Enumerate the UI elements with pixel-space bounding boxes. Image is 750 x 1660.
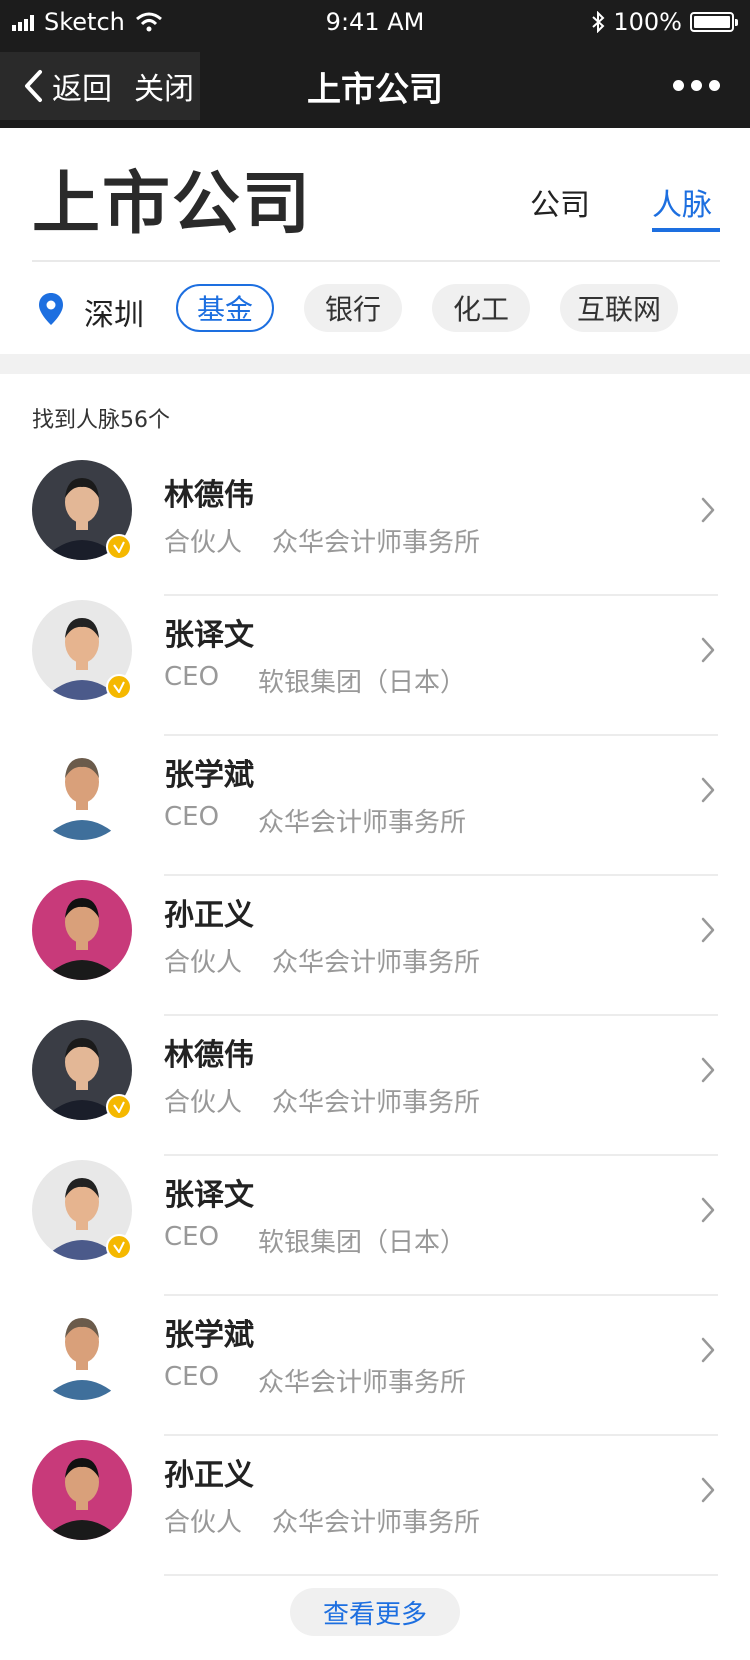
person-name: 张学斌 (164, 758, 254, 793)
chevron-right-icon (701, 1197, 715, 1223)
load-more-button[interactable]: 查看更多 (290, 1588, 460, 1636)
chevron-right-icon (701, 777, 715, 803)
filter-chip-chemical[interactable]: 化工 (432, 284, 530, 332)
page-title: 上市公司 (32, 165, 313, 244)
battery-icon (690, 12, 738, 32)
people-list: 林德伟 合伙人 众华会计师事务所 张译文 CEO 软银集团（日本） 张学斌 CEO 众华会计师事… (0, 456, 750, 1576)
person-name: 孙正义 (164, 898, 254, 933)
person-name: 张译文 (164, 1178, 254, 1213)
person-title: 合伙人 (164, 1088, 243, 1118)
location-pin-icon (39, 293, 63, 325)
list-item[interactable]: 张译文 CEO 软银集团（日本） (0, 1156, 750, 1296)
list-item[interactable]: 孙正义合伙人 众华会计师事务所 (0, 1436, 750, 1576)
verified-badge-icon (106, 534, 132, 560)
list-item[interactable]: 孙正义合伙人 众华会计师事务所 (0, 876, 750, 1016)
avatar (32, 740, 132, 840)
person-name: 张学斌 (164, 1318, 254, 1353)
person-title: CEO (164, 1362, 220, 1392)
filter-chip-bank[interactable]: 银行 (304, 284, 402, 332)
person-name: 张译文 (164, 618, 254, 653)
location-selector[interactable]: 深圳 (84, 290, 144, 334)
filter-chip-fund[interactable]: 基金 (176, 284, 274, 332)
top-bar: Sketch 9:41 AM 100% 返回 关闭 上市公司 (0, 0, 750, 128)
list-item[interactable]: 张学斌 CEO 众华会计师事务所 (0, 736, 750, 876)
list-item[interactable]: 林德伟合伙人 众华会计师事务所 (0, 456, 750, 596)
list-item[interactable]: 张译文 CEO 软银集团（日本） (0, 596, 750, 736)
status-bar: Sketch 9:41 AM 100% (0, 0, 750, 44)
active-tab-indicator (652, 228, 720, 232)
battery-percent: 100% (613, 8, 682, 36)
person-title: 合伙人 (164, 1508, 243, 1538)
section-separator (0, 354, 750, 374)
person-company: 众华会计师事务所 (272, 528, 481, 558)
person-title: CEO (164, 802, 220, 832)
chevron-right-icon (701, 1057, 715, 1083)
person-company: 众华会计师事务所 (272, 1088, 481, 1118)
bluetooth-icon (592, 11, 605, 33)
avatar (32, 1300, 132, 1400)
person-company: 众华会计师事务所 (272, 948, 481, 978)
person-company: 众华会计师事务所 (272, 1508, 481, 1538)
person-name: 林德伟 (164, 1038, 254, 1073)
person-company: 众华会计师事务所 (258, 1368, 467, 1398)
chevron-right-icon (701, 917, 715, 943)
row-divider (164, 1574, 718, 1576)
person-title: 合伙人 (164, 948, 243, 978)
header-divider (32, 260, 720, 262)
person-company: 众华会计师事务所 (258, 808, 467, 838)
avatar (32, 880, 132, 980)
avatar (32, 1440, 132, 1540)
chevron-right-icon (701, 497, 715, 523)
chevron-right-icon (701, 1337, 715, 1363)
status-right: 100% (591, 8, 738, 36)
verified-badge-icon (106, 1094, 132, 1120)
person-title: 合伙人 (164, 528, 243, 558)
person-title: CEO (164, 662, 220, 692)
verified-badge-icon (106, 1234, 132, 1260)
person-title: CEO (164, 1222, 220, 1252)
filter-chip-internet[interactable]: 互联网 (560, 284, 678, 332)
list-item[interactable]: 林德伟合伙人 众华会计师事务所 (0, 1016, 750, 1156)
chevron-right-icon (701, 637, 715, 663)
tab-company[interactable]: 公司 (530, 180, 590, 224)
person-name: 林德伟 (164, 478, 254, 513)
nav-title: 上市公司 (307, 70, 443, 110)
person-company: 软银集团（日本） (258, 1228, 467, 1258)
more-options-icon[interactable] (666, 80, 720, 91)
navigation-bar: 返回 关闭 上市公司 (0, 44, 750, 128)
tab-people[interactable]: 人脉 (652, 180, 712, 224)
chevron-right-icon (701, 1477, 715, 1503)
result-count: 找到人脉56个 (32, 408, 170, 433)
list-item[interactable]: 张学斌 CEO 众华会计师事务所 (0, 1296, 750, 1436)
person-company: 软银集团（日本） (258, 668, 467, 698)
person-name: 孙正义 (164, 1458, 254, 1493)
verified-badge-icon (106, 674, 132, 700)
